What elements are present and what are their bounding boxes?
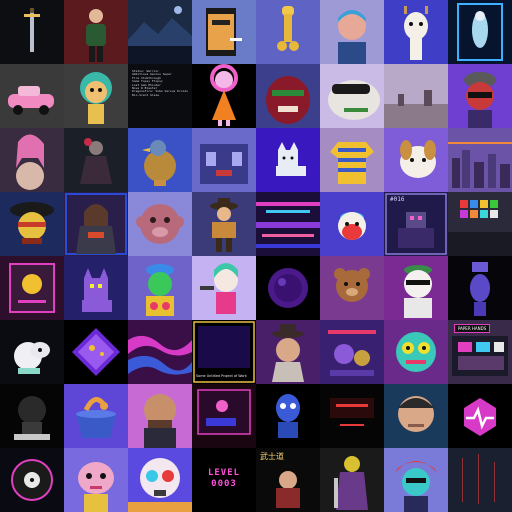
- tile-giraffe-toon[interactable]: [384, 0, 448, 64]
- samurai-kanji: 武士道: [260, 452, 284, 461]
- tile-red-neon-city[interactable]: [320, 384, 384, 448]
- tile-sword[interactable]: [0, 0, 64, 64]
- tile-white-creature[interactable]: [0, 320, 64, 384]
- tile-robot-016[interactable]: #016: [384, 192, 448, 256]
- tile-cowboy-figure[interactable]: [192, 192, 256, 256]
- tile-cartoon-fox[interactable]: [320, 192, 384, 256]
- tile-cat-dog[interactable]: [384, 128, 448, 192]
- tile-polar-bear[interactable]: [384, 256, 448, 320]
- tile-purple-chaos[interactable]: [320, 320, 384, 384]
- tile-devil-girl[interactable]: [192, 64, 256, 128]
- tile-nft-girl[interactable]: [320, 0, 384, 64]
- tile-black-shape[interactable]: [0, 384, 64, 448]
- tile-pigeon[interactable]: [128, 128, 192, 192]
- level-sign-text: LEVEL 0003: [207, 468, 241, 489]
- tile-glowing-diamond[interactable]: [64, 320, 128, 384]
- tile-dark-figure[interactable]: [64, 128, 128, 192]
- tile-night-landscape[interactable]: [128, 0, 192, 64]
- tile-dark-panel[interactable]: Some Untitled Project of Work: [192, 320, 256, 384]
- tile-blue-robot[interactable]: [256, 384, 320, 448]
- tile-teal-monster[interactable]: [384, 320, 448, 384]
- tile-pixel-cat[interactable]: [256, 128, 320, 192]
- tile-red-hair-robot[interactable]: [384, 448, 448, 512]
- tile-abstract-waves[interactable]: [128, 320, 192, 384]
- tile-skull-toy[interactable]: [128, 448, 192, 512]
- tile-bald-man[interactable]: [128, 384, 192, 448]
- tile-vinyl-record[interactable]: [0, 448, 64, 512]
- tile-paper-hands[interactable]: PAPER HANDS: [448, 320, 512, 384]
- tile-purple-orb[interactable]: [256, 256, 320, 320]
- nft-collage-grid: Status: Warrior Ambitious Genius Super F…: [0, 0, 512, 512]
- tile-striped-shirt[interactable]: [320, 128, 384, 192]
- tile-tarot-card[interactable]: [448, 0, 512, 64]
- panel-caption: Some Untitled Project of Work: [196, 374, 247, 378]
- tile-art-gallery[interactable]: [448, 192, 512, 256]
- tile-red-monster[interactable]: [256, 64, 320, 128]
- tile-samurai-text[interactable]: 武士道: [256, 448, 320, 512]
- tile-car-toon[interactable]: [0, 64, 64, 128]
- tile-desert-stones[interactable]: [384, 64, 448, 128]
- tile-level-sign[interactable]: LEVEL 0003: [192, 448, 256, 512]
- tile-teacup-snake[interactable]: [64, 384, 128, 448]
- tile-purple-cap-man[interactable]: [448, 64, 512, 128]
- tile-golden-figure[interactable]: [256, 0, 320, 64]
- tile-neon-frame[interactable]: [0, 256, 64, 320]
- tile-city-glitch[interactable]: [448, 128, 512, 192]
- tile-brown-bear[interactable]: [320, 256, 384, 320]
- tile-neon-frame-2[interactable]: [192, 384, 256, 448]
- tile-logo-pulse[interactable]: [448, 384, 512, 448]
- tile-dread-boy[interactable]: [64, 64, 128, 128]
- tile-purple-robot[interactable]: [448, 256, 512, 320]
- tile-woman-plants[interactable]: [64, 0, 128, 64]
- tile-bandit-skull[interactable]: [0, 192, 64, 256]
- paper-hands-banner: PAPER HANDS: [454, 324, 491, 333]
- tile-dark-rain[interactable]: [448, 448, 512, 512]
- tile-anime-cat-girl[interactable]: [192, 256, 256, 320]
- tile-fantasy-woman[interactable]: [0, 128, 64, 192]
- tile-pop-character[interactable]: [128, 256, 192, 320]
- tile-frog-goggles[interactable]: [320, 64, 384, 128]
- tile-pixel-smoker[interactable]: [192, 0, 256, 64]
- tile-glitch-screen[interactable]: [256, 192, 320, 256]
- tile-samurai-warrior[interactable]: [320, 448, 384, 512]
- tile-rooftop-scene[interactable]: [192, 128, 256, 192]
- robot-number-label: #016: [390, 196, 405, 203]
- tile-pixel-cat-neon[interactable]: [64, 256, 128, 320]
- tile-tech-portrait[interactable]: [384, 384, 448, 448]
- text-list-content: Status: Warrior Ambitious Genius Super F…: [132, 69, 188, 97]
- tile-clay-monkey[interactable]: [128, 192, 192, 256]
- tile-hat-creature[interactable]: [256, 320, 320, 384]
- tile-text-list: Status: Warrior Ambitious Genius Super F…: [128, 64, 192, 128]
- tile-hooded-warrior[interactable]: [64, 192, 128, 256]
- tile-alien-toon[interactable]: [64, 448, 128, 512]
